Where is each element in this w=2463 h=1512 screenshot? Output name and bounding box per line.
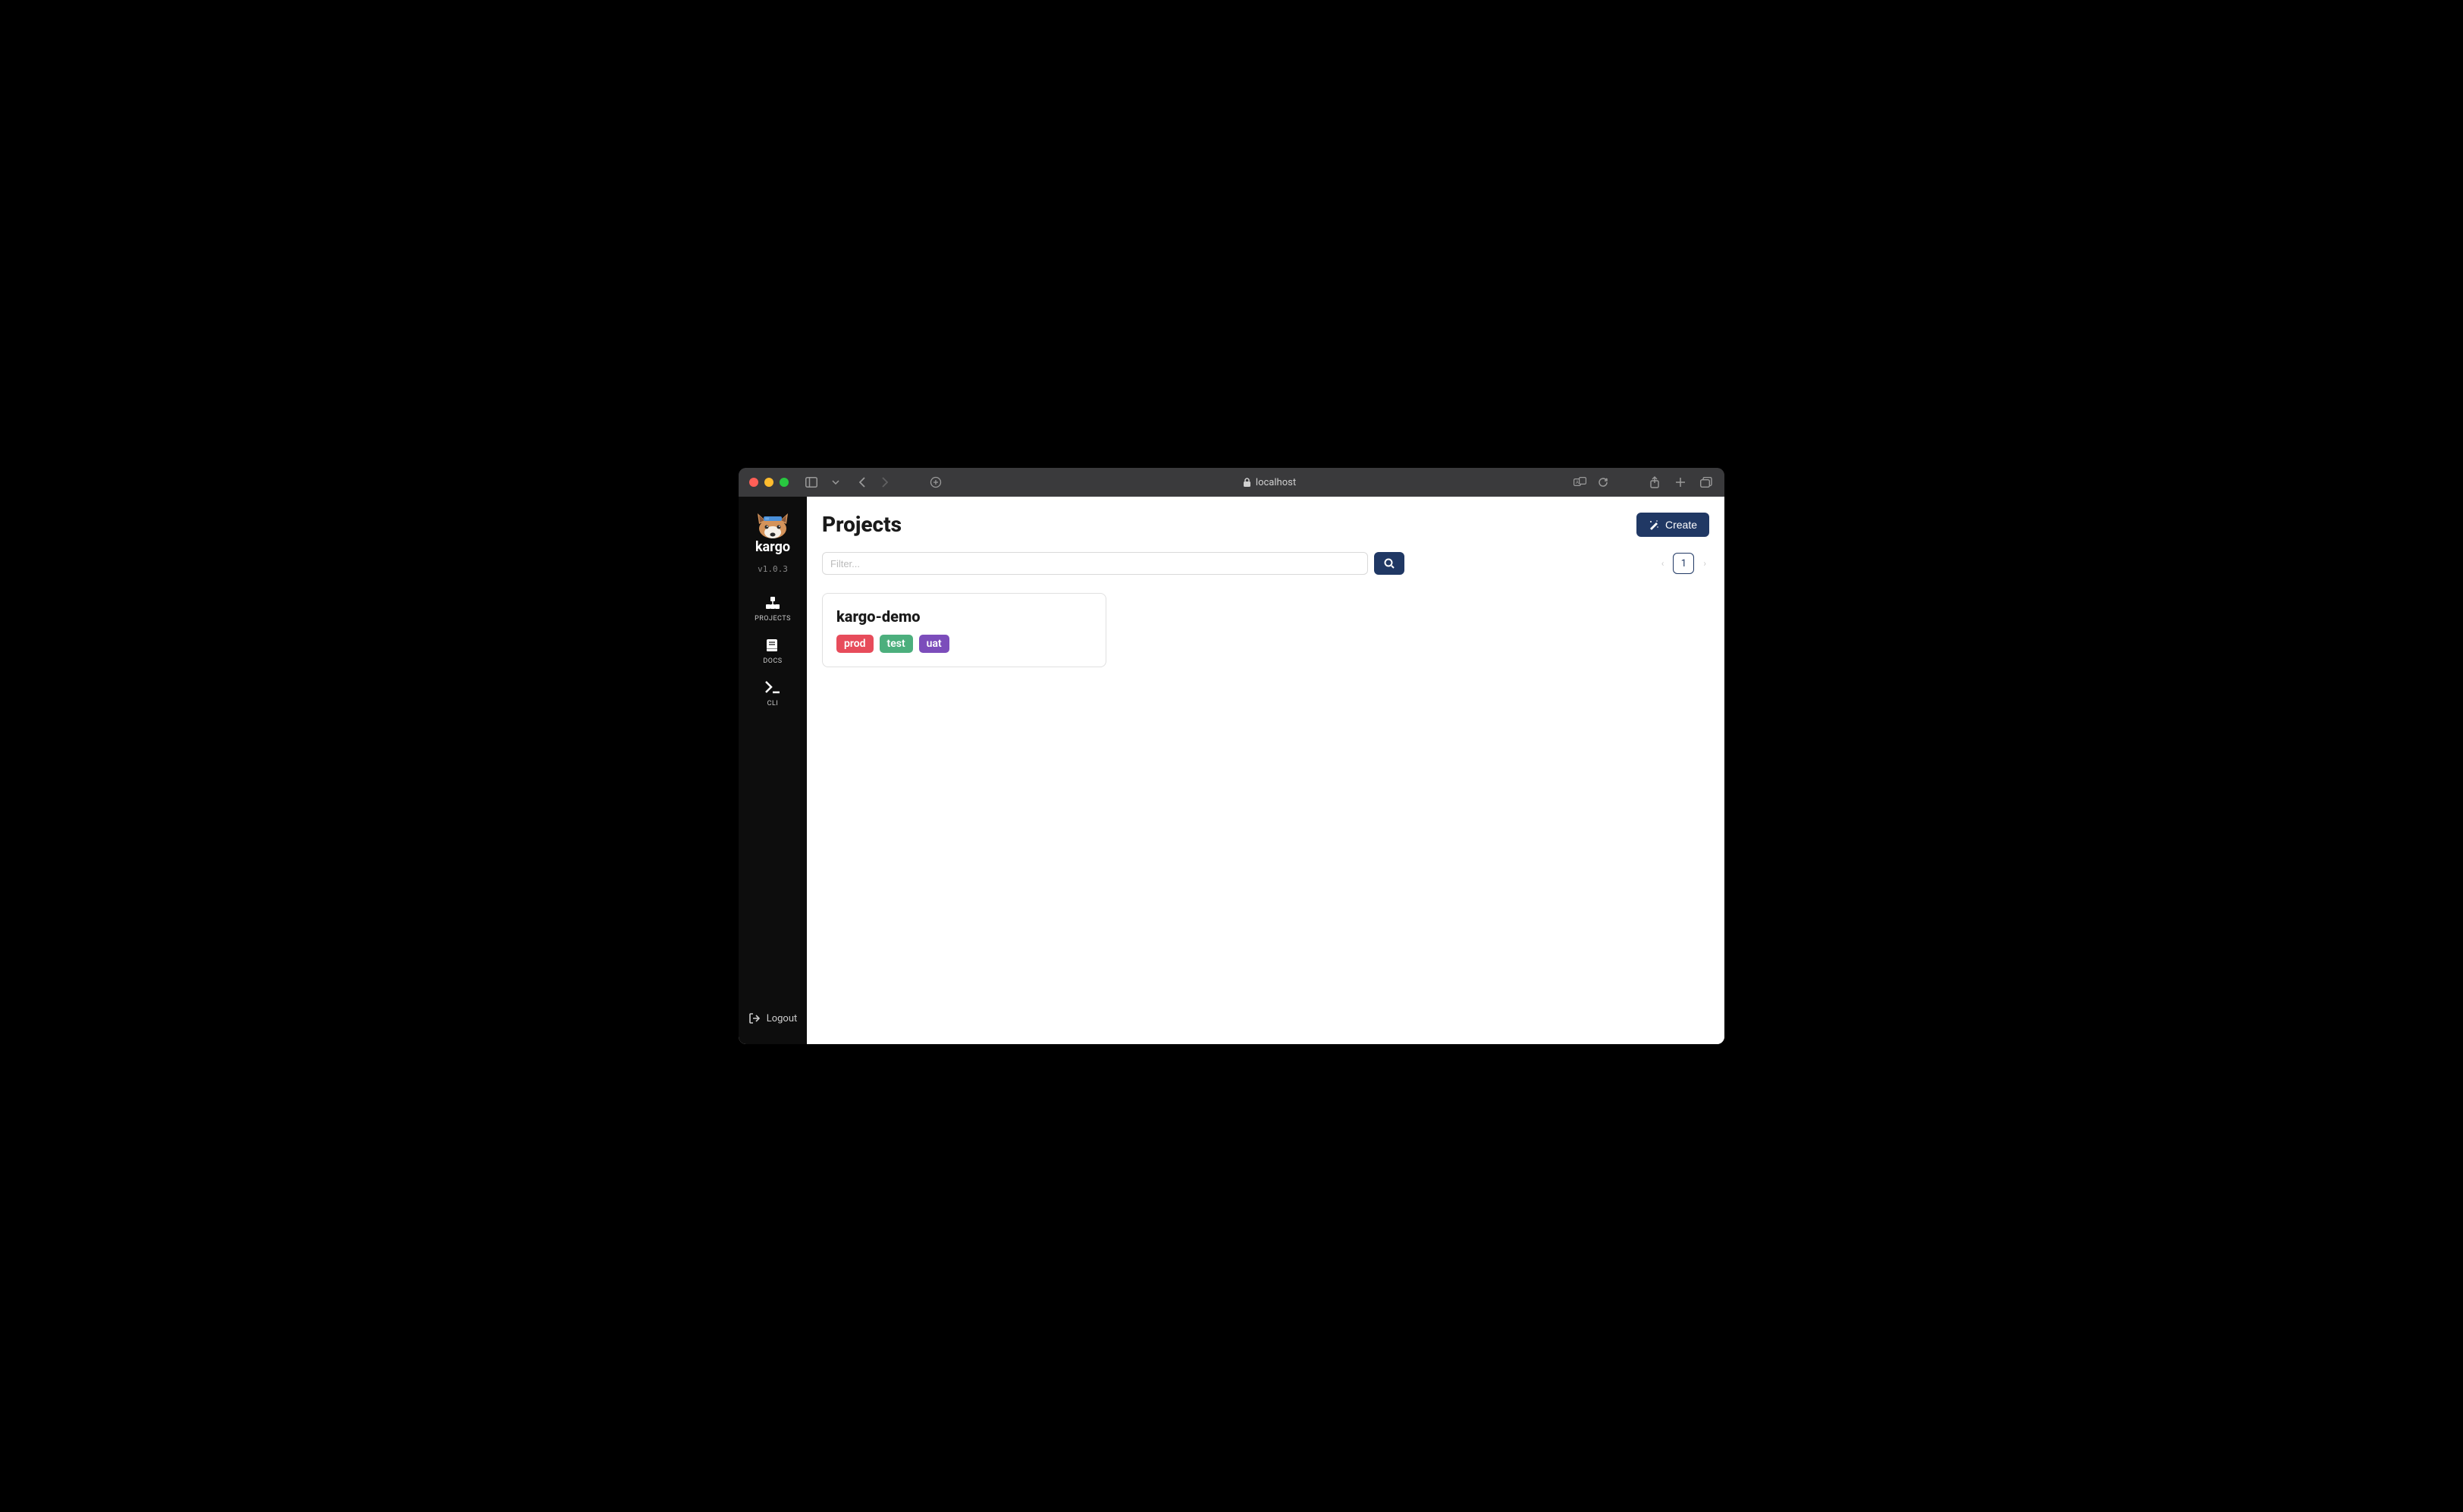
project-card[interactable]: kargo-demo prod testuat xyxy=(822,593,1106,667)
plus-circle-icon[interactable] xyxy=(928,475,943,490)
search-button[interactable] xyxy=(1374,552,1404,575)
main-content: Projects Create ‹ 1 › kargo-demo prod test… xyxy=(807,497,1724,1044)
project-name: kargo-demo xyxy=(836,607,1092,626)
sidebar-toggle-icon[interactable] xyxy=(804,475,819,490)
lock-icon xyxy=(1243,478,1251,488)
svg-text:A: A xyxy=(1576,480,1579,485)
pagination: ‹ 1 › xyxy=(1658,553,1709,574)
refresh-icon[interactable] xyxy=(1595,475,1611,490)
translate-icon[interactable]: A xyxy=(1573,475,1588,490)
tag-prod: prod xyxy=(836,635,874,653)
traffic-lights xyxy=(749,478,789,487)
new-tab-icon[interactable] xyxy=(1673,475,1688,490)
search-icon xyxy=(1384,558,1395,569)
window-maximize-button[interactable] xyxy=(780,478,789,487)
terminal-icon xyxy=(764,680,781,697)
page-prev[interactable]: ‹ xyxy=(1658,555,1668,572)
tag-uat: uat xyxy=(919,635,949,653)
sidebar-item-docs[interactable]: DOCS xyxy=(739,630,807,673)
window-close-button[interactable] xyxy=(749,478,758,487)
nav-label: PROJECTS xyxy=(755,615,791,623)
app-sidebar: kargo v1.0.3 PROJECTS DOCS CLI xyxy=(739,497,807,1044)
address-bar[interactable]: localhost xyxy=(1243,477,1296,488)
tabs-icon[interactable] xyxy=(1699,475,1714,490)
share-icon[interactable] xyxy=(1647,475,1662,490)
sidebar-item-projects[interactable]: PROJECTS xyxy=(739,588,807,630)
page-title: Projects xyxy=(822,512,902,537)
nav-label: CLI xyxy=(767,700,779,707)
sidebar-item-cli[interactable]: CLI xyxy=(739,673,807,715)
filter-input[interactable] xyxy=(822,552,1368,575)
logout-button[interactable]: Logout xyxy=(739,1003,807,1034)
boxes-icon xyxy=(764,595,781,612)
window-minimize-button[interactable] xyxy=(764,478,773,487)
magic-wand-icon xyxy=(1649,519,1659,530)
page-current[interactable]: 1 xyxy=(1673,553,1694,574)
tag-test: test xyxy=(880,635,913,653)
forward-button[interactable] xyxy=(877,475,892,490)
browser-window: localhost A xyxy=(739,468,1724,1044)
browser-toolbar: localhost A xyxy=(739,468,1724,497)
nav-label: DOCS xyxy=(763,657,782,665)
project-tags: prod testuat xyxy=(836,635,1092,653)
chevron-down-icon[interactable] xyxy=(828,475,843,490)
book-icon xyxy=(764,638,781,654)
logo-text: kargo xyxy=(755,539,790,555)
version-text: v1.0.3 xyxy=(758,564,788,574)
logout-label: Logout xyxy=(767,1013,798,1024)
create-button[interactable]: Create xyxy=(1636,513,1709,537)
back-button[interactable] xyxy=(855,475,871,490)
page-next[interactable]: › xyxy=(1700,555,1709,572)
logo[interactable]: kargo xyxy=(754,507,792,555)
address-text: localhost xyxy=(1256,477,1296,488)
kargo-logo-icon xyxy=(754,507,792,541)
logout-icon xyxy=(748,1012,761,1024)
create-label: Create xyxy=(1665,519,1697,531)
